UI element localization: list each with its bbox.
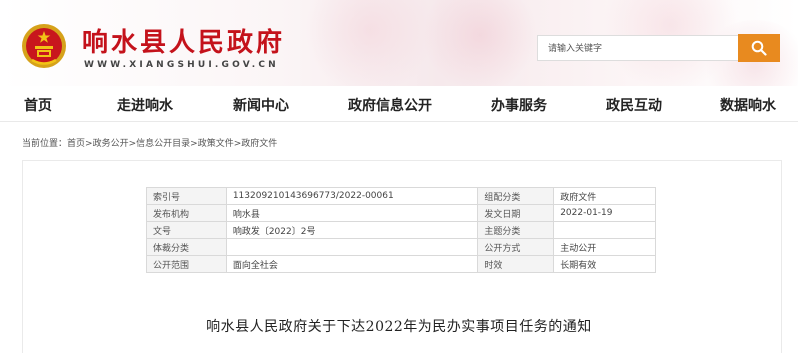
breadcrumb-item-catalog[interactable]: 信息公开目录 bbox=[136, 139, 190, 149]
breadcrumb: 当前位置：首页>政务公开>信息公开目录>政策文件>政府文件 bbox=[22, 136, 277, 149]
meta-value: 2022-01-19 bbox=[553, 204, 656, 222]
breadcrumb-item-gov-affairs[interactable]: 政务公开 bbox=[93, 139, 129, 149]
meta-value: 响政发〔2022〕2号 bbox=[225, 221, 479, 239]
site-header: 响水县人民政府 WWW.XIANGSHUI.GOV.CN bbox=[0, 0, 798, 86]
meta-label: 发布机构 bbox=[146, 204, 227, 222]
search-box bbox=[537, 35, 740, 61]
meta-label: 文号 bbox=[146, 221, 227, 239]
main-nav: 首页 走进响水 新闻中心 政府信息公开 办事服务 政民互动 数据响水 bbox=[0, 86, 798, 122]
nav-item-about[interactable]: 走进响水 bbox=[117, 95, 173, 115]
meta-value bbox=[553, 221, 656, 239]
national-emblem-icon bbox=[22, 24, 66, 68]
nav-item-home[interactable]: 首页 bbox=[24, 95, 52, 115]
search-icon bbox=[751, 40, 767, 56]
meta-label: 时效 bbox=[477, 255, 555, 273]
breadcrumb-prefix: 当前位置： bbox=[22, 139, 68, 149]
nav-item-news[interactable]: 新闻中心 bbox=[233, 95, 289, 115]
site-domain: WWW.XIANGSHUI.GOV.CN bbox=[84, 60, 279, 70]
nav-item-interaction[interactable]: 政民互动 bbox=[606, 95, 662, 115]
breadcrumb-separator: > bbox=[128, 139, 137, 149]
meta-value: 政府文件 bbox=[553, 187, 656, 205]
meta-value: 响水县 bbox=[225, 204, 479, 222]
meta-value: 面向全社会 bbox=[225, 255, 479, 273]
meta-label: 体裁分类 bbox=[146, 238, 227, 256]
meta-label: 公开方式 bbox=[477, 238, 555, 256]
breadcrumb-item-home[interactable]: 首页 bbox=[67, 139, 85, 149]
meta-value bbox=[225, 238, 479, 256]
meta-label: 公开范围 bbox=[146, 255, 227, 273]
meta-label: 主题分类 bbox=[477, 221, 555, 239]
nav-item-data[interactable]: 数据响水 bbox=[720, 95, 776, 115]
meta-label: 索引号 bbox=[146, 187, 227, 205]
breadcrumb-separator: > bbox=[85, 139, 93, 149]
blossom-decoration bbox=[300, 0, 440, 86]
table-row: 公开范围 面向全社会 时效 长期有效 bbox=[146, 255, 656, 273]
table-row: 体裁分类 公开方式 主动公开 bbox=[146, 238, 656, 256]
search-button[interactable] bbox=[738, 34, 780, 62]
search-input[interactable] bbox=[538, 37, 728, 61]
meta-label: 发文日期 bbox=[477, 204, 555, 222]
table-row: 发布机构 响水县 发文日期 2022-01-19 bbox=[146, 204, 656, 222]
meta-value: 主动公开 bbox=[553, 238, 656, 256]
breadcrumb-item-policy[interactable]: 政策文件 bbox=[198, 139, 234, 149]
table-row: 索引号 113209210143696773/2022-00061 组配分类 政… bbox=[146, 187, 656, 205]
document-title: 响水县人民政府关于下达2022年为民办实事项目任务的通知 bbox=[206, 319, 592, 335]
nav-item-services[interactable]: 办事服务 bbox=[491, 95, 547, 115]
breadcrumb-item-gov-docs[interactable]: 政府文件 bbox=[241, 139, 277, 149]
document-meta-table: 索引号 113209210143696773/2022-00061 组配分类 政… bbox=[146, 187, 656, 273]
site-title[interactable]: 响水县人民政府 bbox=[82, 22, 285, 59]
breadcrumb-separator: > bbox=[190, 139, 198, 149]
nav-item-info-disclosure[interactable]: 政府信息公开 bbox=[348, 95, 432, 115]
table-row: 文号 响政发〔2022〕2号 主题分类 bbox=[146, 221, 656, 239]
meta-value: 长期有效 bbox=[553, 255, 656, 273]
blossom-decoration bbox=[420, 0, 540, 86]
meta-label: 组配分类 bbox=[477, 187, 555, 205]
meta-value: 113209210143696773/2022-00061 bbox=[225, 187, 479, 205]
